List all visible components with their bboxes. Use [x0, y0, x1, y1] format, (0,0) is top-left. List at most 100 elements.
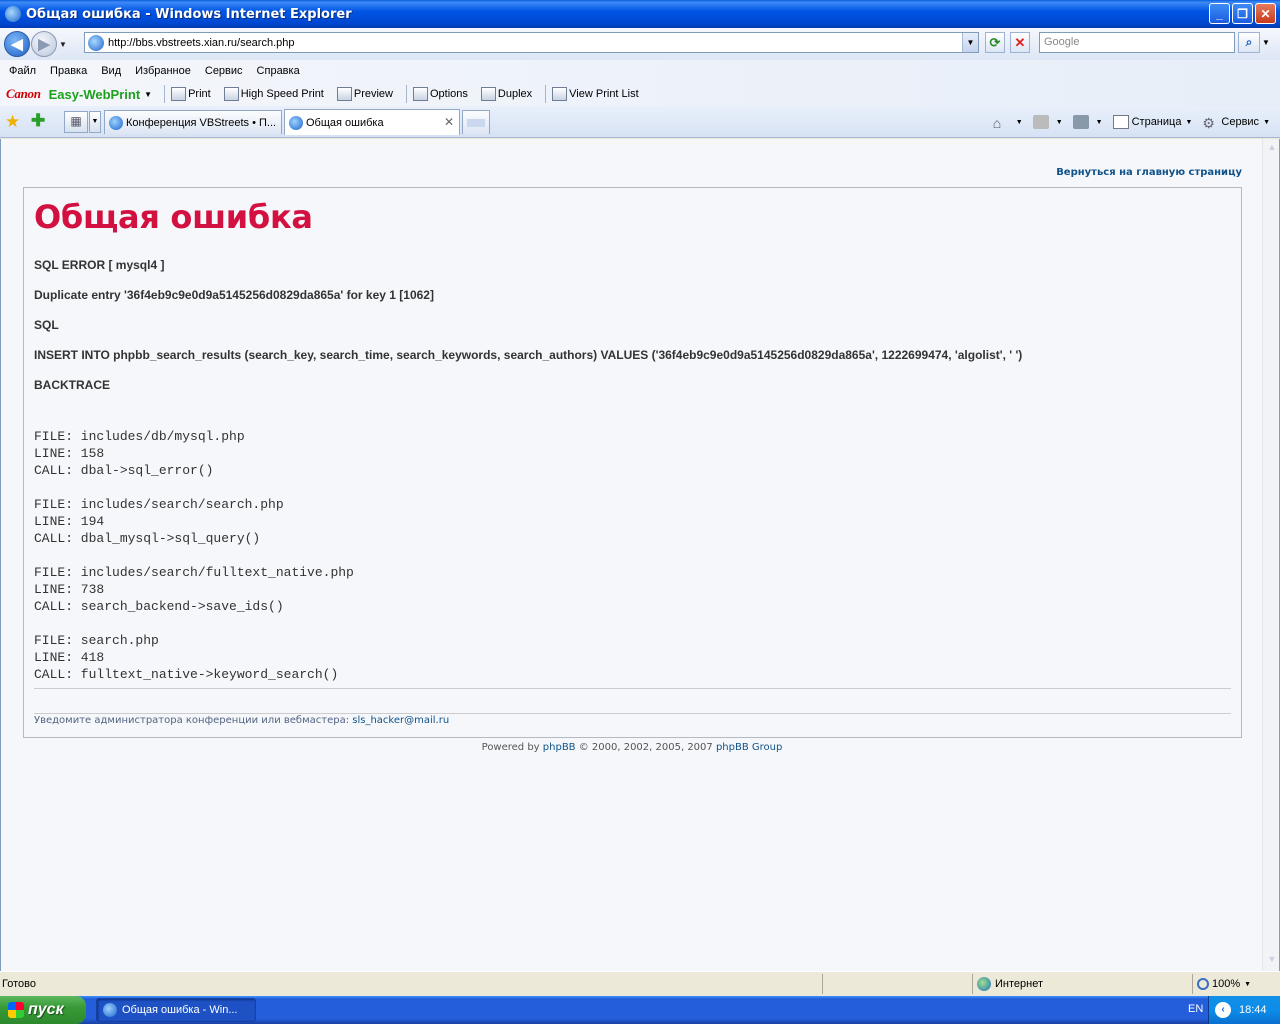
- vertical-scrollbar[interactable]: ▲ ▼: [1262, 139, 1279, 971]
- tools-menu-button[interactable]: ⚙ Сервис ▼: [1202, 115, 1270, 131]
- preview-icon: [336, 87, 352, 101]
- print-menu-button[interactable]: ▼: [1072, 115, 1103, 129]
- search-input[interactable]: Google: [1039, 32, 1235, 53]
- search-button[interactable]: ⌕: [1238, 32, 1260, 53]
- options-button[interactable]: Options: [413, 87, 468, 101]
- notice-text: Уведомите администратора конференции или…: [34, 715, 353, 726]
- windows-logo-icon: [8, 1002, 24, 1018]
- security-zone[interactable]: Интернет: [972, 974, 1192, 994]
- page-title: Общая ошибка: [34, 198, 313, 236]
- menu-edit[interactable]: Правка: [50, 65, 87, 77]
- new-tab-button[interactable]: [462, 110, 490, 134]
- menu-tools[interactable]: Сервис: [205, 65, 243, 77]
- toolbar-separator: [406, 85, 407, 103]
- language-indicator[interactable]: EN: [1188, 1003, 1203, 1015]
- high-speed-print-label: High Speed Print: [240, 88, 324, 100]
- menu-bar: Файл Правка Вид Избранное Сервис Справка: [0, 60, 1280, 82]
- tab-label: Общая ошибка: [306, 116, 384, 129]
- favorites-star-icon[interactable]: ★: [5, 112, 20, 132]
- globe-icon: [977, 977, 991, 991]
- ie-page-icon: [289, 115, 303, 130]
- title-bar: Общая ошибка - Windows Internet Explorer…: [0, 0, 1280, 28]
- address-bar[interactable]: http://bbs.vbstreets.xian.ru/search.php …: [84, 32, 979, 53]
- close-tab-icon[interactable]: ✕: [444, 115, 454, 129]
- zoom-control[interactable]: 100% ▼: [1192, 974, 1280, 994]
- maximize-button[interactable]: ❐: [1232, 3, 1253, 24]
- menu-help[interactable]: Справка: [257, 65, 300, 77]
- print-button[interactable]: Print: [171, 87, 211, 101]
- options-label: Options: [430, 88, 468, 100]
- tab-list-dropdown[interactable]: ▼: [89, 111, 101, 133]
- search-options-dropdown[interactable]: ▼: [1262, 32, 1274, 53]
- address-row: ◀ ▶ ▼ http://bbs.vbstreets.xian.ru/searc…: [0, 28, 1280, 60]
- canon-toolbar: Canon Easy-WebPrint ▼ Print High Speed P…: [0, 82, 1280, 106]
- start-button[interactable]: пуск: [0, 996, 86, 1024]
- window-controls: _ ❐ ✕: [1209, 3, 1276, 24]
- list-icon: [552, 87, 568, 101]
- status-bar: Готово Интернет 100% ▼: [0, 971, 1280, 996]
- back-button[interactable]: ◀: [4, 31, 30, 57]
- menu-favorites[interactable]: Избранное: [135, 65, 191, 77]
- feeds-button[interactable]: ▼: [1032, 115, 1063, 129]
- add-favorites-icon[interactable]: ✚: [31, 111, 45, 131]
- easy-webprint-dropdown[interactable]: ▼: [144, 90, 152, 99]
- close-button[interactable]: ✕: [1255, 3, 1276, 24]
- duplicate-entry-line: Duplicate entry '36f4eb9c9e0d9a5145256d0…: [34, 288, 434, 302]
- print-label: Print: [188, 88, 211, 100]
- taskbar-item-label: Общая ошибка - Win...: [122, 1004, 238, 1016]
- system-tray: ‹ 18:44: [1208, 996, 1280, 1024]
- tray-expand-icon[interactable]: ‹: [1215, 1002, 1231, 1018]
- admin-notice: Уведомите администратора конференции или…: [34, 715, 449, 726]
- scroll-up-icon[interactable]: ▲: [1265, 142, 1279, 156]
- page-menu-button[interactable]: Страница ▼: [1112, 115, 1192, 129]
- taskbar: пуск Общая ошибка - Win... EN ‹ 18:44: [0, 996, 1280, 1024]
- sql-query: INSERT INTO phpbb_search_results (search…: [34, 348, 1023, 362]
- sql-label: SQL: [34, 318, 59, 332]
- high-speed-print-button[interactable]: High Speed Print: [223, 87, 324, 101]
- back-to-index-link[interactable]: Вернуться на главную страницу: [1056, 167, 1242, 178]
- home-icon: ⌂: [992, 115, 1002, 131]
- ie-icon: [103, 1003, 117, 1017]
- preview-label: Preview: [353, 88, 393, 100]
- tab-label: Конференция VBStreets • П...: [126, 116, 277, 129]
- status-text: Готово: [2, 978, 36, 990]
- backtrace-listing: FILE: includes/db/mysql.php LINE: 158 CA…: [34, 429, 354, 682]
- minimize-button[interactable]: _: [1209, 3, 1230, 24]
- stop-button[interactable]: ✕: [1010, 32, 1030, 53]
- tab-general-error[interactable]: Общая ошибка ✕: [284, 109, 460, 135]
- zoom-icon: [1197, 978, 1209, 990]
- duplex-label: Duplex: [497, 88, 533, 100]
- ie-page-icon: [109, 115, 123, 130]
- phpbb-link[interactable]: phpBB: [543, 742, 576, 753]
- refresh-button[interactable]: ⟳: [985, 32, 1005, 53]
- page-icon: [88, 34, 104, 51]
- tab-row: ★ ✚ ▦ ▼ Конференция VBStreets • П... Общ…: [0, 106, 1280, 138]
- menu-view[interactable]: Вид: [101, 65, 121, 77]
- taskbar-item-ie[interactable]: Общая ошибка - Win...: [96, 998, 256, 1022]
- tab-vbstreets[interactable]: Конференция VBStreets • П...: [104, 110, 282, 134]
- home-button[interactable]: ⌂ ▼: [992, 115, 1023, 131]
- divider: [34, 688, 1231, 689]
- view-print-list-button[interactable]: View Print List: [552, 87, 639, 101]
- powered-prefix: Powered by: [481, 742, 543, 753]
- address-dropdown[interactable]: ▼: [962, 33, 978, 52]
- scroll-down-icon[interactable]: ▼: [1265, 954, 1279, 968]
- command-bar: ⌂ ▼ ▼ ▼ Страница ▼ ⚙ Сервис ▼: [993, 112, 1280, 132]
- forward-button[interactable]: ▶: [31, 31, 57, 57]
- powered-years: © 2000, 2002, 2005, 2007: [575, 742, 716, 753]
- history-dropdown[interactable]: ▼: [57, 40, 69, 49]
- quick-tabs-button[interactable]: ▦: [64, 111, 88, 133]
- duplex-icon: [480, 87, 496, 101]
- status-empty-segment: [822, 974, 972, 994]
- easy-webprint-label[interactable]: Easy-WebPrint: [49, 87, 141, 102]
- preview-button[interactable]: Preview: [336, 87, 393, 101]
- admin-email-link[interactable]: sls_hacker@mail.ru: [352, 715, 449, 726]
- duplex-button[interactable]: Duplex: [480, 87, 533, 101]
- phpbb-group-link[interactable]: phpBB Group: [716, 742, 782, 753]
- divider: [34, 713, 1231, 714]
- menu-file[interactable]: Файл: [9, 65, 36, 77]
- zoom-dropdown-icon[interactable]: ▼: [1244, 981, 1251, 988]
- gear-icon: ⚙: [1202, 115, 1215, 131]
- backtrace-label: BACKTRACE: [34, 378, 110, 392]
- address-url[interactable]: http://bbs.vbstreets.xian.ru/search.php: [108, 37, 295, 49]
